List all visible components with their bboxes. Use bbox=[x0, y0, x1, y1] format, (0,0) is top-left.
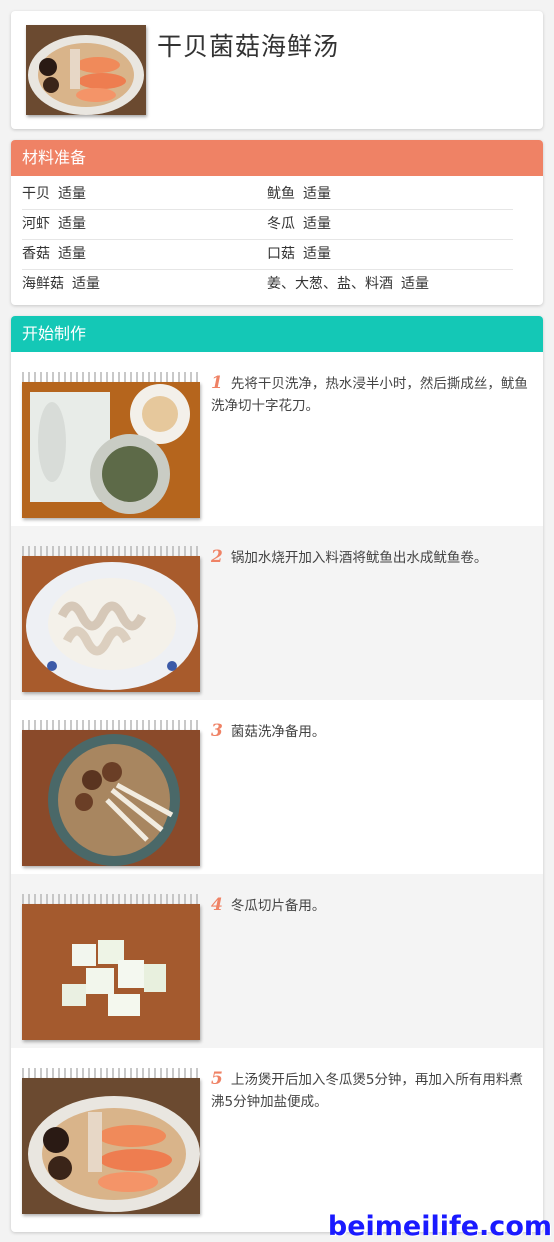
ingredient-row: 海鲜菇 适量 姜、大葱、盐、料酒 适量 bbox=[22, 270, 513, 299]
ingredient-name: 姜、大葱、盐、料酒 bbox=[267, 276, 393, 292]
recipe-title-card: 干贝菌菇海鲜汤 bbox=[11, 11, 543, 129]
ingredient-amount: 适量 bbox=[303, 186, 331, 202]
ingredient-item: 海鲜菇 适量 bbox=[22, 270, 267, 299]
step-text: 4 冬瓜切片备用。 bbox=[211, 894, 531, 917]
step-number: 1 bbox=[211, 373, 223, 393]
ingredient-item: 姜、大葱、盐、料酒 适量 bbox=[267, 270, 512, 299]
ingredient-amount: 适量 bbox=[72, 276, 100, 292]
step-photo[interactable] bbox=[22, 382, 200, 518]
step-photo[interactable] bbox=[22, 1078, 200, 1214]
ingredient-item: 冬瓜 适量 bbox=[267, 210, 512, 239]
ingredient-name: 河虾 bbox=[22, 216, 50, 232]
site-watermark: beimeilife.com bbox=[327, 1211, 552, 1242]
ingredient-amount: 适量 bbox=[58, 246, 86, 262]
step-photo[interactable] bbox=[22, 730, 200, 866]
ingredient-name: 香菇 bbox=[22, 246, 50, 262]
ingredient-name: 口菇 bbox=[267, 246, 295, 262]
ingredient-amount: 适量 bbox=[401, 276, 429, 292]
step-item: 2 锅加水烧开加入料酒将鱿鱼出水成鱿鱼卷。 bbox=[11, 526, 543, 700]
ingredient-amount: 适量 bbox=[58, 186, 86, 202]
step-text: 2 锅加水烧开加入料酒将鱿鱼出水成鱿鱼卷。 bbox=[211, 546, 531, 569]
step-number: 2 bbox=[211, 547, 223, 567]
step-description: 上汤煲开后加入冬瓜煲5分钟，再加入所有用料煮沸5分钟加盐便成。 bbox=[211, 1072, 523, 1110]
step-text: 5 上汤煲开后加入冬瓜煲5分钟，再加入所有用料煮沸5分钟加盐便成。 bbox=[211, 1068, 531, 1113]
step-description: 锅加水烧开加入料酒将鱿鱼出水成鱿鱼卷。 bbox=[230, 550, 488, 566]
ingredient-item: 香菇 适量 bbox=[22, 240, 267, 269]
step-photo-frame bbox=[22, 372, 200, 522]
ingredient-item: 鱿鱼 适量 bbox=[267, 180, 512, 209]
ingredient-item: 干贝 适量 bbox=[22, 180, 267, 209]
ingredient-row: 香菇 适量 口菇 适量 bbox=[22, 240, 513, 270]
ingredients-header: 材料准备 bbox=[11, 140, 543, 176]
ingredient-item: 河虾 适量 bbox=[22, 210, 267, 239]
step-text: 3 菌菇洗净备用。 bbox=[211, 720, 531, 743]
step-item: 3 菌菇洗净备用。 bbox=[11, 700, 543, 874]
ingredients-card: 材料准备 干贝 适量 鱿鱼 适量 河虾 适量 冬瓜 适量 香菇 适量 口菇 适量 海鲜菇 适量… bbox=[11, 140, 543, 305]
step-number: 5 bbox=[211, 1069, 223, 1089]
step-photo-frame bbox=[22, 1068, 200, 1218]
step-photo[interactable] bbox=[22, 904, 200, 1040]
ingredient-amount: 适量 bbox=[58, 216, 86, 232]
step-photo-frame bbox=[22, 894, 200, 1044]
step-text: 1 先将干贝洗净，热水浸半小时，然后撕成丝，鱿鱼洗净切十字花刀。 bbox=[211, 372, 531, 417]
notebook-spiral bbox=[22, 546, 200, 556]
step-photo[interactable] bbox=[22, 556, 200, 692]
ingredient-amount: 适量 bbox=[303, 246, 331, 262]
step-item: 5 上汤煲开后加入冬瓜煲5分钟，再加入所有用料煮沸5分钟加盐便成。 bbox=[11, 1048, 543, 1222]
step-photo-frame bbox=[22, 546, 200, 696]
notebook-spiral bbox=[22, 720, 200, 730]
ingredient-item: 口菇 适量 bbox=[267, 240, 512, 269]
ingredients-list: 干贝 适量 鱿鱼 适量 河虾 适量 冬瓜 适量 香菇 适量 口菇 适量 海鲜菇 适量 姜、大葱… bbox=[11, 176, 543, 299]
ingredient-name: 海鲜菇 bbox=[22, 276, 64, 292]
step-number: 4 bbox=[211, 895, 223, 915]
dish-photo[interactable] bbox=[26, 25, 146, 115]
step-item: 4 冬瓜切片备用。 bbox=[11, 874, 543, 1048]
step-description: 菌菇洗净备用。 bbox=[230, 724, 326, 740]
step-number: 3 bbox=[211, 721, 223, 741]
steps-header: 开始制作 bbox=[11, 316, 543, 352]
notebook-spiral bbox=[22, 372, 200, 382]
ingredient-amount: 适量 bbox=[303, 216, 331, 232]
ingredient-row: 河虾 适量 冬瓜 适量 bbox=[22, 210, 513, 240]
ingredient-name: 干贝 bbox=[22, 186, 50, 202]
step-item: 1 先将干贝洗净，热水浸半小时，然后撕成丝，鱿鱼洗净切十字花刀。 bbox=[11, 352, 543, 526]
notebook-spiral bbox=[22, 1068, 200, 1078]
ingredient-row: 干贝 适量 鱿鱼 适量 bbox=[22, 180, 513, 210]
step-description: 冬瓜切片备用。 bbox=[230, 898, 326, 914]
step-description: 先将干贝洗净，热水浸半小时，然后撕成丝，鱿鱼洗净切十字花刀。 bbox=[211, 376, 528, 414]
ingredient-name: 冬瓜 bbox=[267, 216, 295, 232]
step-photo-frame bbox=[22, 720, 200, 870]
ingredient-name: 鱿鱼 bbox=[267, 186, 295, 202]
steps-card: 开始制作 1 先将干贝洗净，热水浸半小时，然后撕成丝，鱿鱼洗净切十字花刀。 2 … bbox=[11, 316, 543, 1232]
recipe-title: 干贝菌菇海鲜汤 bbox=[157, 32, 340, 61]
notebook-spiral bbox=[22, 894, 200, 904]
